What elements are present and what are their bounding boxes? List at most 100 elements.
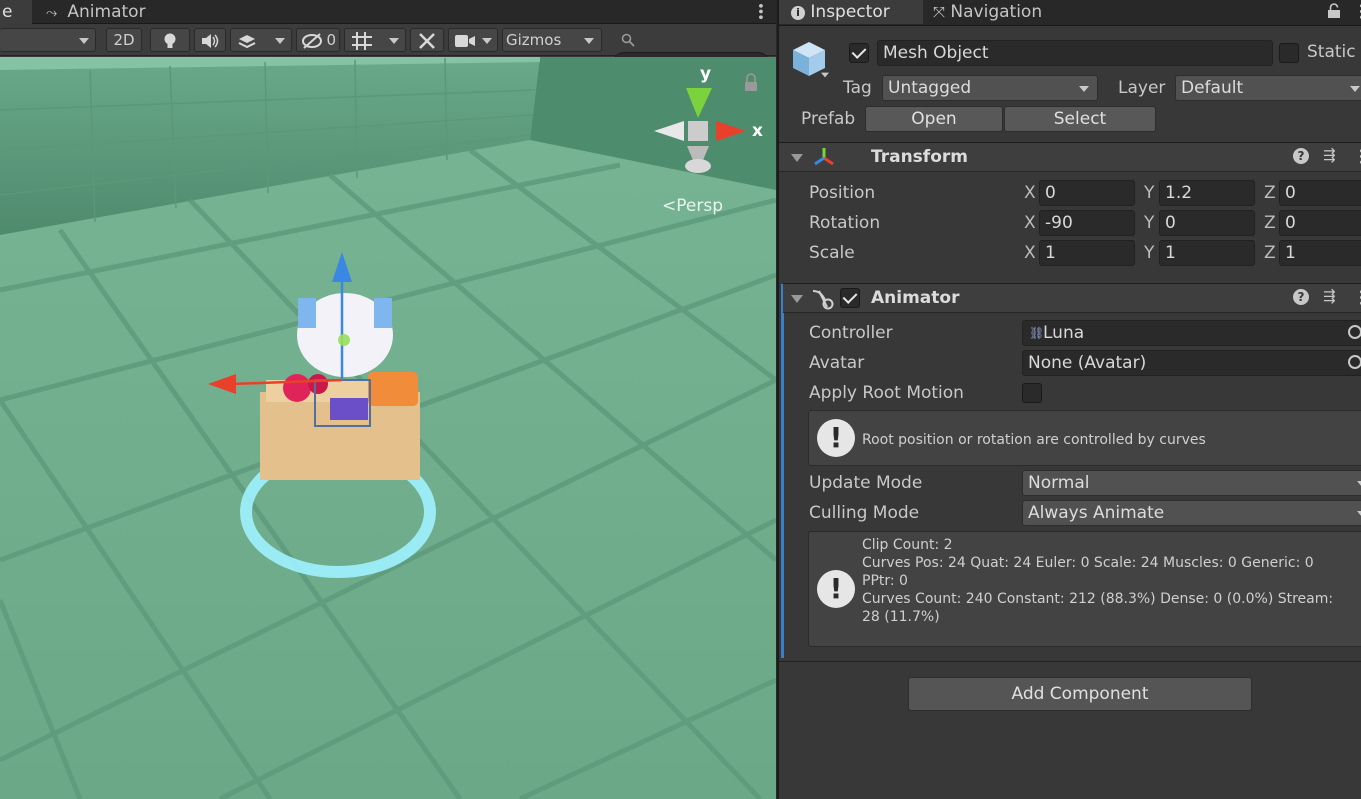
update-mode-dropdown[interactable]: Normal	[1022, 470, 1361, 496]
hidden-count: 0	[326, 31, 336, 49]
scale-y-field[interactable]: 1	[1159, 240, 1255, 266]
object-name-field[interactable]: Mesh Object	[877, 40, 1273, 66]
rotation-x-axis-label[interactable]: X	[1024, 213, 1036, 233]
position-y-field[interactable]: 1.2	[1159, 180, 1255, 206]
tag-dropdown[interactable]: Untagged	[882, 75, 1098, 101]
ear-left	[298, 298, 316, 328]
speaker-icon	[202, 34, 219, 48]
rotation-label: Rotation	[809, 213, 881, 233]
animator-controller-icon: ⛓	[1029, 326, 1045, 340]
controller-field[interactable]: ⛓Luna	[1022, 320, 1361, 346]
scale-y-axis-label[interactable]: Y	[1144, 243, 1154, 263]
grid-snap-toggle[interactable]	[344, 28, 406, 52]
tab-inspector[interactable]: i Inspector	[779, 0, 923, 24]
rotation-z-field[interactable]: 0	[1279, 210, 1361, 236]
prefab-select-button[interactable]: Select	[1004, 106, 1156, 132]
scale-z-axis-label[interactable]: Z	[1264, 243, 1276, 263]
inspector-menu-icon[interactable]: •••	[1353, 2, 1361, 19]
animator-enabled-checkbox[interactable]	[840, 288, 860, 308]
tag-value: Untagged	[888, 78, 972, 98]
gizmos-dropdown[interactable]: Gizmos	[502, 28, 602, 52]
tab-animator[interactable]: ⤳ Animator	[46, 0, 166, 24]
animator-tab-icon: ⤳	[46, 5, 58, 21]
animator-presets-icon[interactable]: ⇶	[1323, 287, 1336, 305]
animator-help-icon[interactable]: ?	[1293, 289, 1309, 305]
gizmo-x-label: x	[752, 121, 763, 141]
animator-title: Animator	[871, 288, 960, 308]
scale-z-field[interactable]: 1	[1279, 240, 1361, 266]
inspector-panel: i Inspector ⤧ Navigation ••• Mesh Object…	[777, 0, 1361, 799]
prefab-open-button[interactable]: Open	[865, 106, 1003, 132]
add-component-button[interactable]: Add Component	[908, 677, 1252, 711]
tab-navigation[interactable]: ⤧ Navigation	[933, 0, 1093, 24]
update-mode-label: Update Mode	[809, 473, 923, 493]
tab-animator-label: Animator	[67, 2, 146, 22]
tab-navigation-label: Navigation	[950, 2, 1043, 22]
animator-menu-icon[interactable]: •••	[1353, 288, 1361, 305]
purple-item	[330, 398, 368, 420]
active-checkbox[interactable]	[849, 43, 869, 63]
tools-toggle[interactable]	[410, 28, 444, 52]
scene-tabbar: e ⤳ Animator •••	[0, 0, 776, 24]
scene-viewport[interactable]: y x <Persp	[0, 57, 776, 799]
stats-line-2: Curves Pos: 24 Quat: 24 Euler: 0 Scale: …	[862, 555, 1314, 571]
inspector-lock-icon[interactable]	[1327, 3, 1341, 19]
scene-toolbar: 2D 0 Gizmos All	[0, 24, 776, 76]
stats-line-1: Clip Count: 2	[862, 537, 953, 553]
scale-label: Scale	[809, 243, 855, 263]
help-icon[interactable]: ?	[1293, 148, 1309, 164]
components-divider	[779, 661, 1361, 662]
scale-x-axis-label[interactable]: X	[1024, 243, 1036, 263]
hidden-objects-toggle[interactable]: 0	[296, 28, 340, 52]
tab-inspector-label: Inspector	[810, 2, 890, 22]
controller-picker-icon[interactable]	[1348, 325, 1361, 339]
clip-stats-helpbox: ! Clip Count: 2 Curves Pos: 24 Quat: 24 …	[808, 531, 1361, 647]
root-motion-help-text: Root position or rotation are controlled…	[862, 432, 1206, 448]
info-icon: i	[791, 6, 805, 20]
scene-menu-icon[interactable]: •••	[752, 2, 767, 19]
animator-header[interactable]: Animator ? ⇶ •••	[783, 283, 1361, 313]
gizmos-label: Gizmos	[506, 31, 562, 49]
scene-panel: e ⤳ Animator ••• 2D 0 Gizmos y x <Persp	[0, 0, 776, 799]
audio-toggle[interactable]	[194, 28, 226, 52]
2d-toggle-button[interactable]: 2D	[106, 28, 142, 52]
scale-x-field[interactable]: 1	[1039, 240, 1135, 266]
transform-foldout-arrow[interactable]	[791, 154, 803, 162]
rotation-y-field[interactable]: 0	[1159, 210, 1255, 236]
position-z-field[interactable]: 0	[1279, 180, 1361, 206]
tab-scene[interactable]: e	[0, 0, 32, 24]
ear-right	[374, 298, 392, 328]
position-z-axis-label[interactable]: Z	[1264, 183, 1276, 203]
rotation-z-axis-label[interactable]: Z	[1264, 213, 1276, 233]
layer-value: Default	[1181, 78, 1244, 98]
avatar-picker-icon[interactable]	[1348, 355, 1361, 369]
apply-root-motion-checkbox[interactable]	[1022, 383, 1042, 403]
stats-line-4: Curves Count: 240 Constant: 212 (88.3%) …	[862, 591, 1334, 607]
persp-label[interactable]: <Persp	[662, 196, 723, 216]
layer-dropdown[interactable]: Default	[1175, 75, 1361, 101]
transform-header[interactable]: Transform ? ⇶ •••	[779, 142, 1361, 172]
icon-picker-caret[interactable]	[821, 72, 829, 78]
prefab-label: Prefab	[801, 109, 856, 129]
presets-icon[interactable]: ⇶	[1323, 146, 1336, 164]
culling-mode-dropdown[interactable]: Always Animate	[1022, 500, 1361, 526]
static-checkbox[interactable]	[1279, 43, 1299, 63]
draw-mode-dropdown[interactable]	[0, 28, 96, 52]
gizmo-center[interactable]	[338, 334, 350, 346]
eye-hidden-icon	[302, 33, 322, 49]
position-x-axis-label[interactable]: X	[1024, 183, 1036, 203]
position-y-axis-label[interactable]: Y	[1144, 183, 1154, 203]
tools-icon	[419, 33, 435, 49]
avatar-field[interactable]: None (Avatar)	[1022, 350, 1361, 376]
rotation-x-field[interactable]: -90	[1039, 210, 1135, 236]
rotation-y-axis-label[interactable]: Y	[1144, 213, 1154, 233]
transform-menu-icon[interactable]: •••	[1353, 147, 1361, 164]
lighting-toggle[interactable]	[150, 28, 190, 52]
camera-dropdown[interactable]	[448, 28, 498, 52]
inspector-tabbar: i Inspector ⤧ Navigation •••	[779, 0, 1361, 26]
position-x-field[interactable]: 0	[1039, 180, 1135, 206]
effects-toggle[interactable]	[230, 28, 292, 52]
animator-foldout-arrow[interactable]	[791, 295, 803, 303]
transform-title: Transform	[871, 147, 968, 167]
gizmo-center-cube[interactable]	[688, 121, 708, 141]
